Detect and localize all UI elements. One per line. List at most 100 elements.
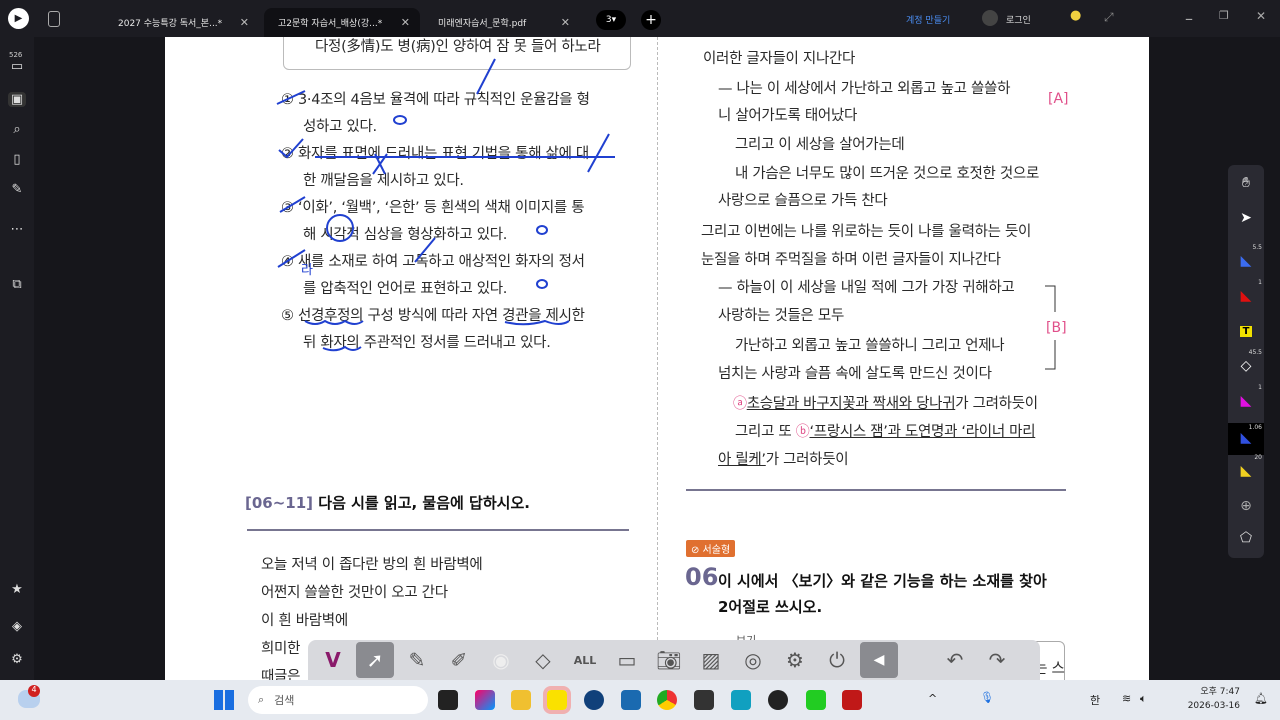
settings-icon[interactable]: ⚙ bbox=[8, 652, 26, 667]
power-icon[interactable]: ⏻ bbox=[818, 642, 856, 678]
poem-line-b: 그리고 또 ⓑ‘프랑시스 잼’과 도연명과 ‘라이너 마리 bbox=[735, 424, 1036, 440]
bulb-icon[interactable]: ● bbox=[1070, 8, 1081, 23]
close-window-button[interactable]: ✕ bbox=[1256, 9, 1266, 23]
user-icon[interactable] bbox=[982, 10, 998, 26]
pen-tool-icon[interactable]: ✎ bbox=[398, 642, 436, 678]
taskbar-search[interactable]: ⌕ 검색 bbox=[248, 686, 428, 714]
create-account-link[interactable]: 계정 만들기 bbox=[906, 13, 950, 26]
tab-3[interactable]: 미래엔자습서_문학.pdf ✕ bbox=[424, 8, 580, 37]
tab-label: 미래엔자습서_문학.pdf bbox=[438, 19, 527, 29]
webcam-icon[interactable]: ◎ bbox=[734, 642, 772, 678]
poem-line: 내 가슴은 너무도 많이 뜨거운 것으로 호젓한 것으로 bbox=[735, 166, 1040, 182]
option-line: ③ ‘이화’, ‘월백’, ‘은한’ 등 흰색의 색채 이미지를 통 bbox=[281, 200, 585, 216]
poem-line: — 하늘이 이 세상을 내일 적에 그가 가장 귀해하고 bbox=[718, 280, 1015, 296]
app-logo-icon[interactable]: V bbox=[314, 642, 352, 678]
poem-line-b2: 아 릴케’가 그러하듯이 bbox=[718, 452, 849, 468]
tab-1[interactable]: 2027 수능특강 독서_본...* ✕ bbox=[104, 8, 259, 37]
option-line: ④ 새를 소재로 하여 고독하고 애상적인 화자의 정서 bbox=[281, 254, 585, 270]
volume-icon[interactable]: 🔈︎ bbox=[1140, 692, 1147, 706]
poem-line: 때글은 bbox=[261, 669, 301, 680]
poem-line: 사랑으로 슬픔으로 가득 찬다 bbox=[718, 193, 888, 209]
text-icon[interactable]: T bbox=[1228, 322, 1264, 338]
layers-icon[interactable]: ◈ bbox=[8, 619, 26, 634]
cursor-tool-icon[interactable]: ➚ bbox=[356, 642, 394, 678]
pen-blue-icon[interactable]: ◣ 5.5 bbox=[1228, 244, 1264, 269]
tab-count-button[interactable]: 3 ▾ bbox=[596, 10, 626, 30]
login-button[interactable]: 로그인 bbox=[1006, 13, 1031, 26]
acrobat-icon[interactable] bbox=[842, 690, 862, 710]
poem-line: 가난하고 외롭고 높고 쓸쓸하니 그리고 언제나 bbox=[735, 338, 1005, 354]
question-text: 2어절로 쓰시오. bbox=[718, 598, 823, 616]
new-tab-button[interactable]: + bbox=[641, 10, 661, 30]
media-icon[interactable] bbox=[806, 690, 826, 710]
obs-icon[interactable] bbox=[768, 690, 788, 710]
clear-all-icon[interactable]: ALL bbox=[566, 642, 604, 678]
tray-chevron-icon[interactable]: ^ bbox=[928, 692, 937, 705]
shapes-icon[interactable]: ⬠ bbox=[1228, 530, 1264, 546]
notes-icon[interactable] bbox=[694, 690, 714, 710]
tab-2[interactable]: 고2문학 자습서_배상(강...* ✕ bbox=[264, 8, 420, 37]
poem-box-line: 다정(多情)도 병(病)인 양하여 잠 못 들어 하노라 bbox=[315, 39, 601, 55]
poem-line: — 나는 이 세상에서 가난하고 외롭고 높고 쓸쓸하 bbox=[718, 81, 1011, 97]
pages-icon[interactable]: ▭ bbox=[8, 59, 26, 74]
kakaotalk-icon[interactable] bbox=[543, 686, 571, 714]
record-icon[interactable]: ▭ bbox=[608, 642, 646, 678]
chrome-icon[interactable] bbox=[657, 690, 677, 710]
handwriting-note: 라 bbox=[301, 263, 313, 278]
mic-icon[interactable]: 🎙︎ bbox=[980, 691, 994, 704]
pen-blue-selected-icon[interactable]: ◣ 1.06 bbox=[1228, 423, 1264, 455]
essay-badge: ⊘ 서술형 bbox=[686, 540, 736, 557]
highlighter-yellow-icon[interactable]: ◣ 20 bbox=[1228, 454, 1264, 479]
gallery-icon[interactable]: ▨ bbox=[692, 642, 730, 678]
bracket-a-label: [A] bbox=[1048, 91, 1069, 107]
wifi-icon[interactable]: ≋ bbox=[1122, 692, 1131, 705]
star-icon[interactable]: ★ bbox=[8, 582, 26, 597]
app-icon[interactable] bbox=[584, 690, 604, 710]
tab-label: 고2문학 자습서_배상(강...* bbox=[278, 19, 383, 29]
option-line: 뒤 화자의 주관적인 정서를 드러내고 있다. bbox=[303, 335, 551, 351]
eraser-icon[interactable]: ◇ 45.5 bbox=[1228, 349, 1264, 374]
start-button[interactable] bbox=[214, 690, 234, 710]
poem-line: 니 살어가도록 태어났다 bbox=[718, 108, 858, 124]
highlighter-tool-icon[interactable]: ✐ bbox=[440, 642, 478, 678]
tab-actions-icon[interactable] bbox=[48, 11, 60, 27]
close-tab-icon[interactable]: ✕ bbox=[240, 16, 249, 29]
book-icon[interactable]: ▣ bbox=[8, 92, 26, 107]
search-icon[interactable]: ⌕ bbox=[8, 122, 26, 137]
clock[interactable]: 오후 7:47 2026-03-16 bbox=[1188, 685, 1240, 713]
option-line: 를 압축적인 언어로 표현하고 있다. bbox=[303, 281, 508, 297]
search-icon: ⌕ bbox=[258, 693, 265, 706]
notification-badge: 4 bbox=[28, 685, 40, 697]
redo-icon[interactable]: ↷ bbox=[978, 642, 1016, 678]
add-icon[interactable]: ⊕ bbox=[1228, 498, 1264, 514]
notification-icon[interactable]: 🔔︎ bbox=[1254, 692, 1268, 705]
more-icon[interactable]: ⋯ bbox=[8, 222, 26, 237]
pointer-dot-icon[interactable]: ◉ bbox=[482, 642, 520, 678]
task-view-icon[interactable] bbox=[438, 690, 458, 710]
undo-icon[interactable]: ↶ bbox=[936, 642, 974, 678]
store-icon[interactable] bbox=[621, 690, 641, 710]
hand-icon[interactable]: ✋︎ bbox=[1228, 175, 1264, 191]
file-explorer-icon[interactable] bbox=[511, 690, 531, 710]
extract-icon[interactable]: ⧉ bbox=[8, 277, 26, 292]
expand-icon[interactable]: ⤢ bbox=[1104, 10, 1114, 25]
option-line: 해 시각적 심상을 형상화하고 있다. bbox=[303, 227, 508, 243]
settings-icon[interactable]: ⚙ bbox=[776, 642, 814, 678]
collapse-icon[interactable]: ◀ bbox=[860, 642, 898, 678]
app-icon[interactable] bbox=[731, 690, 751, 710]
minimize-button[interactable]: – bbox=[1185, 9, 1193, 28]
close-tab-icon[interactable]: ✕ bbox=[401, 16, 410, 29]
pen-red-icon[interactable]: ◣ 1 bbox=[1228, 279, 1264, 304]
pointer-icon[interactable]: ➤ bbox=[1228, 210, 1264, 226]
copilot-icon[interactable] bbox=[475, 690, 495, 710]
close-tab-icon[interactable]: ✕ bbox=[561, 16, 570, 29]
bookmark-icon[interactable]: ▯ bbox=[8, 152, 26, 167]
restore-button[interactable]: ❐ bbox=[1219, 9, 1229, 22]
ime-indicator[interactable]: 한 bbox=[1090, 692, 1100, 708]
camera-icon[interactable]: 📷︎ bbox=[650, 642, 688, 678]
app-logo-icon[interactable]: ▶ bbox=[8, 8, 29, 29]
sign-icon[interactable]: ✎ bbox=[8, 182, 26, 197]
eraser-tool-icon[interactable]: ◇ bbox=[524, 642, 562, 678]
tab-label: 2027 수능특강 독서_본...* bbox=[118, 19, 223, 29]
pen-magenta-icon[interactable]: ◣ 1 bbox=[1228, 384, 1264, 409]
